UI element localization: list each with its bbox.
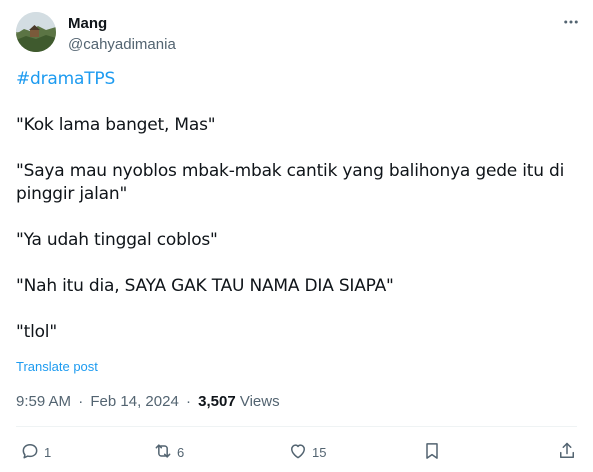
tweet-header: Mang @cahyadimania [16, 10, 581, 58]
repost-icon [153, 441, 173, 464]
share-icon [557, 441, 577, 464]
hashtag-link[interactable]: #dramaTPS [16, 68, 581, 91]
tweet-text: #dramaTPS "Kok lama banget, Mas" "Saya m… [16, 68, 581, 344]
share-button[interactable] [557, 440, 577, 464]
more-options-button[interactable] [561, 14, 581, 34]
tweet-meta: 9:59 AM · Feb 14, 2024 · 3,507 Views [16, 392, 280, 412]
like-button[interactable]: 15 [288, 440, 326, 464]
bookmark-button[interactable] [422, 440, 442, 464]
tweet-time[interactable]: 9:59 AM [16, 393, 71, 410]
heart-icon [288, 441, 308, 464]
translate-post-link[interactable]: Translate post [16, 359, 98, 375]
tweet-card: Mang @cahyadimania #dramaTPS "Kok lama b… [0, 0, 593, 472]
repost-button[interactable]: 6 [153, 440, 184, 464]
like-count: 15 [312, 444, 327, 460]
meta-separator: · [185, 393, 191, 410]
tweet-line-5: "tlol" [16, 322, 57, 342]
meta-separator: · [78, 393, 84, 410]
views-label: Views [239, 393, 280, 410]
bookmark-icon [422, 441, 442, 464]
views-count: 3,507 [198, 393, 236, 410]
tweet-line-4: "Nah itu dia, SAYA GAK TAU NAMA DIA SIAP… [16, 276, 394, 296]
repost-count: 6 [177, 444, 185, 460]
reply-icon [20, 441, 40, 464]
more-horizontal-icon [562, 13, 580, 36]
avatar[interactable] [16, 12, 56, 52]
tweet-line-3: "Ya udah tinggal coblos" [16, 230, 218, 250]
tweet-date[interactable]: Feb 14, 2024 [90, 393, 178, 410]
tweet-line-2: "Saya mau nyoblos mbak-mbak cantik yang … [16, 161, 565, 204]
action-bar: 1 6 15 [16, 440, 581, 464]
divider [16, 426, 577, 427]
author-display-name[interactable]: Mang [68, 14, 176, 34]
tweet-line-1: "Kok lama banget, Mas" [16, 115, 216, 135]
author-handle[interactable]: @cahyadimania [68, 35, 176, 55]
reply-count: 1 [44, 444, 52, 460]
reply-button[interactable]: 1 [20, 440, 51, 464]
author-names: Mang @cahyadimania [68, 14, 176, 55]
